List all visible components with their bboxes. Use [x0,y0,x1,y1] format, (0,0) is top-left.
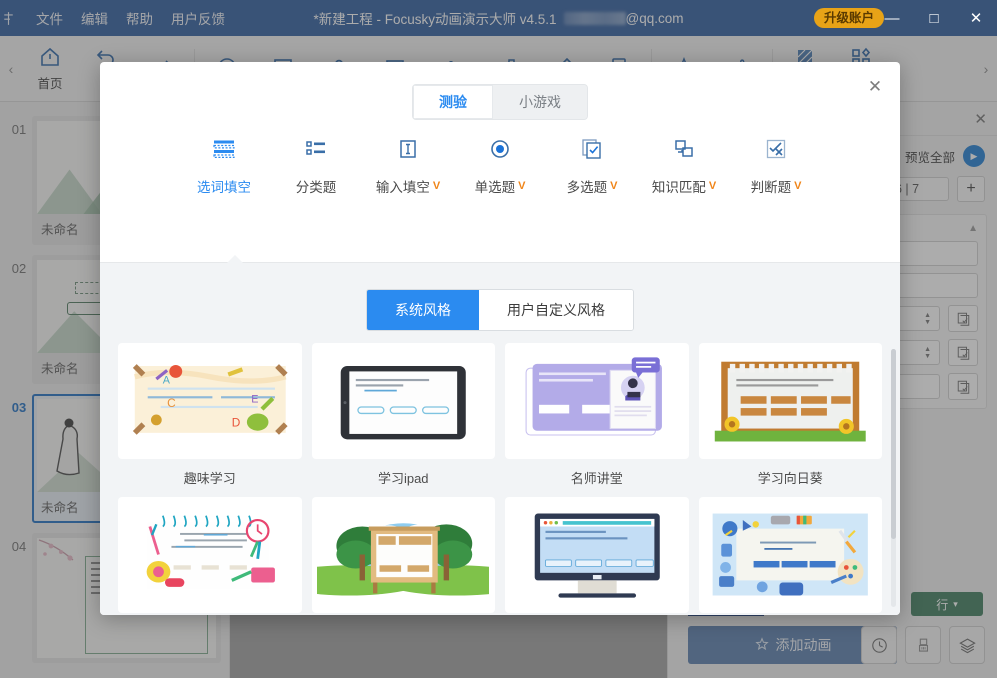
question-type-match[interactable]: 知识匹配 V [638,136,730,196]
question-type-label: 分类题 [296,176,337,196]
question-type-label: 单选题 V [475,176,526,196]
chevron-down-icon[interactable]: V [433,180,440,192]
question-type-label: 输入填空 V [376,176,440,196]
tab-minigame[interactable]: 小游戏 [493,85,587,119]
maximize-button[interactable]: □ [913,0,955,36]
question-type-word-fill[interactable]: 选词填空 [178,136,270,196]
window-controls[interactable]: — □ ✕ [871,0,997,36]
label-text: 分类题 [295,180,337,195]
svg-text:D: D [231,416,240,430]
label-text: 单选题 [474,180,516,195]
classify-icon [303,136,329,167]
question-type-label: 知识匹配 V [652,176,716,196]
template-grid[interactable]: A C E D 趣味学习 学习ipad 名师讲堂 学习向日葵 [112,343,888,615]
question-type-text-input[interactable]: 输入填空 V [362,136,454,196]
template-thumbnail [311,497,495,613]
template-panel: 系统风格 用户自定义风格 A C E D 趣味学习 学习ipad 名师讲堂 学习… [100,263,900,615]
template-card-sunflower[interactable]: 学习向日葵 [698,343,882,487]
template-scrollbar-thumb[interactable] [891,349,896,539]
selected-type-pointer [227,255,243,263]
label-text: 知识匹配 [651,180,706,195]
upgrade-account-button[interactable]: 升级账户 [814,8,885,28]
close-icon[interactable]: ✕ [864,76,886,98]
svg-text:A: A [162,375,170,387]
truefalse-icon [763,136,789,167]
template-thumbnail [505,343,689,459]
application-window: 文件 编辑 帮助 用户反馈 *新建工程 - Focusky动画演示大师 v4.5… [0,0,997,678]
template-thumbnail [505,497,689,613]
chevron-down-icon[interactable]: V [794,180,801,192]
chevron-down-icon[interactable]: V [610,180,617,192]
question-type-classify[interactable]: 分类题 [270,136,362,196]
template-name: 学习ipad [377,471,429,486]
question-type-bar[interactable]: 选词填空 分类题 输入填空 V 单选题 V 多选题 V 知识匹配 V 判断题 V [100,128,900,204]
text-input-icon [395,136,421,167]
template-name: 学习向日葵 [757,471,823,486]
template-card-teacher[interactable]: 名师讲堂 [505,343,689,487]
template-thumbnail [698,497,882,613]
template-card-watercolor[interactable]: 水彩手绘 [698,497,882,615]
chevron-down-icon[interactable]: V [518,180,525,192]
quiz-template-dialog: ✕ 测验 小游戏 选词填空 分类题 输入填空 V 单选题 V 多选题 V 知识匹… [100,62,900,615]
question-type-label: 选词填空 [197,176,251,196]
svg-text:E: E [251,394,258,406]
template-thumbnail [118,497,302,613]
label-text: 选词填空 [197,180,251,195]
template-thumbnail: A C E D [118,343,302,459]
svg-text:C: C [167,396,176,410]
question-type-label: 多选题 V [567,176,618,196]
label-text: 输入填空 [375,180,430,195]
tab-quiz[interactable]: 测验 [413,85,493,119]
template-card-fun-study[interactable]: A C E D 趣味学习 [118,343,302,487]
dialog-mode-tabs[interactable]: 测验 小游戏 [412,84,588,120]
question-type-truefalse[interactable]: 判断题 V [730,136,822,196]
close-window-button[interactable]: ✕ [955,0,997,36]
tab-system-style[interactable]: 系统风格 [367,290,479,330]
question-type-checkbox[interactable]: 多选题 V [546,136,638,196]
chevron-down-icon[interactable]: V [709,180,716,192]
template-thumbnail [311,343,495,459]
word-fill-icon [211,136,237,167]
template-name: 名师讲堂 [570,471,623,486]
label-text: 多选题 [566,180,608,195]
template-thumbnail [698,343,882,459]
template-card-forest[interactable]: 学习森林 [311,497,495,615]
question-type-radio[interactable]: 单选题 V [454,136,546,196]
match-icon [671,136,697,167]
radio-icon [487,136,513,167]
template-card-ipad[interactable]: 学习ipad [311,343,495,487]
label-text: 判断题 [750,180,792,195]
tab-custom-style[interactable]: 用户自定义风格 [479,290,633,330]
question-type-label: 判断题 V [751,176,802,196]
template-card-calendar[interactable]: 学习挂历 [118,497,302,615]
template-name: 趣味学习 [183,471,236,486]
style-source-tabs[interactable]: 系统风格 用户自定义风格 [366,289,634,331]
template-card-computer[interactable]: 学习电脑 [505,497,689,615]
checkbox-icon [579,136,605,167]
